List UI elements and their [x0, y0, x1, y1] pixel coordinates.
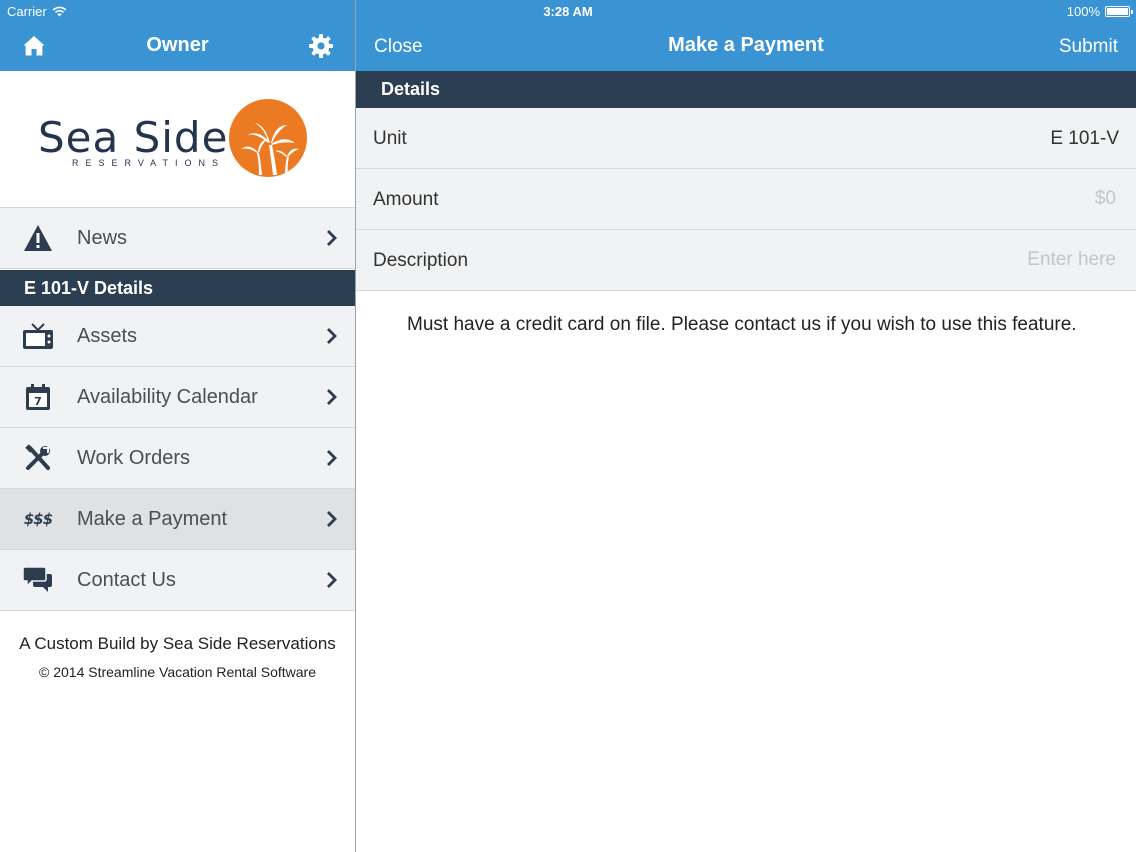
battery-percent: 100% — [1066, 4, 1100, 19]
menu-item-work-orders[interactable]: Work Orders — [0, 428, 355, 489]
submit-button[interactable]: Submit — [1059, 36, 1118, 58]
description-input[interactable] — [816, 246, 1116, 274]
unit-value: E 101-V — [1050, 128, 1119, 149]
footer-copyright: © 2014 Streamline Vacation Rental Softwa… — [39, 664, 316, 680]
menu-item-label: Availability Calendar — [77, 386, 258, 408]
logo-name: Sea Side — [38, 113, 229, 162]
payment-form: Details Unit E 101-V Amount Description … — [356, 71, 1136, 852]
chat-icon — [22, 566, 54, 594]
menu-item-assets[interactable]: Assets — [0, 306, 355, 367]
tools-icon — [22, 444, 54, 472]
chevron-right-icon — [327, 572, 337, 588]
menu-item-label: Make a Payment — [77, 508, 228, 530]
logo: Sea Side RESERVATIONS — [0, 71, 355, 208]
tv-icon — [22, 322, 54, 350]
chevron-right-icon — [327, 450, 337, 466]
description-row: Description — [356, 230, 1136, 291]
unit-label: Unit — [373, 128, 407, 149]
credit-card-notice: Must have a credit card on file. Please … — [407, 314, 1077, 335]
menu-item-label: Assets — [77, 325, 138, 347]
page-title: Make a Payment — [668, 34, 824, 56]
amount-row: Amount — [356, 169, 1136, 230]
sidebar-title: Owner — [146, 34, 209, 56]
status-bar: Carrier 3:28 AM 100% — [0, 0, 1136, 22]
details-section-header: Details — [356, 71, 1136, 108]
amount-label: Amount — [373, 189, 439, 210]
chevron-right-icon — [327, 328, 337, 344]
status-time: 3:28 AM — [543, 4, 593, 19]
description-label: Description — [373, 250, 469, 271]
content-nav-bar: Close Make a Payment Submit — [356, 22, 1136, 71]
chevron-right-icon — [327, 230, 337, 246]
chevron-right-icon — [327, 389, 337, 405]
money-icon: $$$ — [23, 510, 53, 528]
palm-tree-icon — [229, 99, 307, 177]
sidebar-nav-bar: Owner — [0, 22, 355, 71]
gear-icon[interactable] — [308, 33, 334, 59]
menu-item-label: Work Orders — [77, 447, 190, 469]
unit-row: Unit E 101-V — [356, 108, 1136, 169]
menu-item-make-a-payment[interactable]: $$$ Make a Payment — [0, 489, 355, 550]
unit-section-header: E 101-V Details — [0, 270, 355, 306]
calendar-day: 7 — [34, 395, 42, 408]
menu-item-news[interactable]: News — [0, 208, 355, 269]
logo-subtitle: RESERVATIONS — [72, 158, 226, 168]
amount-input[interactable] — [816, 185, 1116, 213]
calendar-icon: 7 — [22, 383, 54, 411]
top-bar: Carrier 3:28 AM 100% Owner Close Make a … — [0, 0, 1136, 71]
menu-item-availability-calendar[interactable]: 7 Availability Calendar — [0, 367, 355, 428]
menu-item-contact-us[interactable]: Contact Us — [0, 550, 355, 611]
warning-icon — [22, 224, 54, 252]
battery-indicator: 100% — [1066, 4, 1133, 19]
chevron-right-icon — [327, 511, 337, 527]
menu-item-label: Contact Us — [77, 569, 176, 591]
battery-icon — [1105, 6, 1133, 17]
menu-item-label: News — [77, 227, 128, 249]
footer-credit: A Custom Build by Sea Side Reservations — [19, 634, 336, 653]
sidebar: Sea Side RESERVATIONS News E 101-V Detai… — [0, 71, 355, 852]
